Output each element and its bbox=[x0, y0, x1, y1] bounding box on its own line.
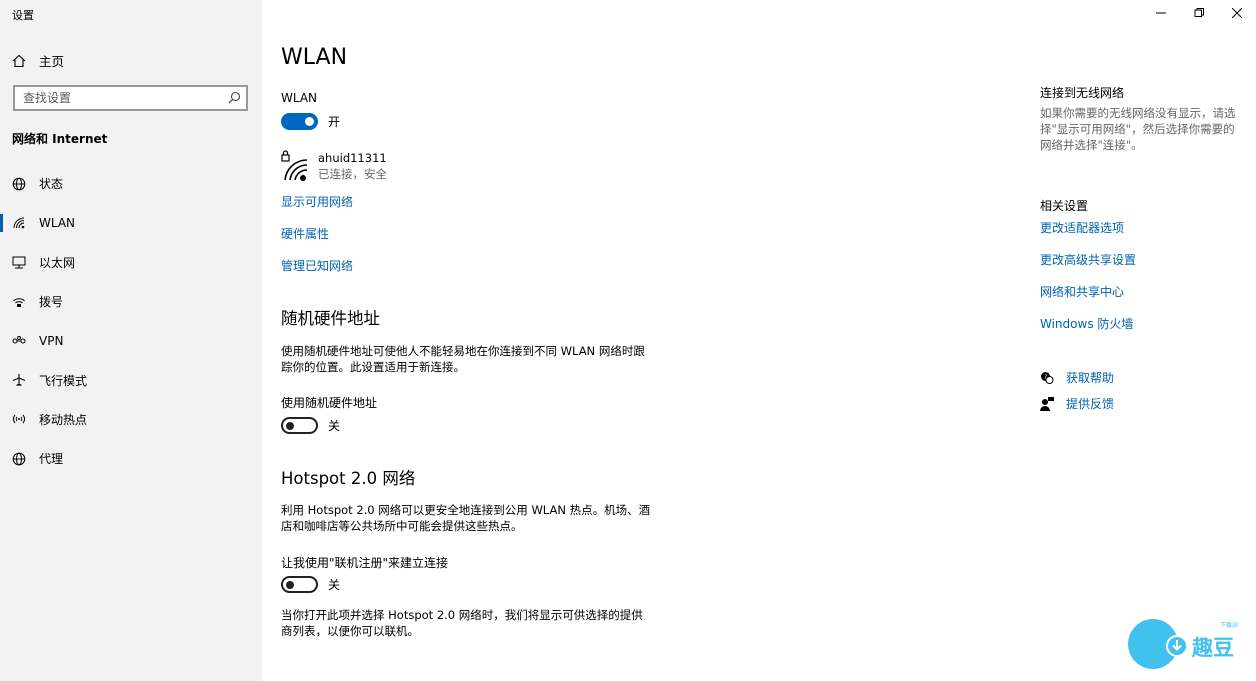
get-help-link[interactable]: ? 获取帮助 bbox=[1040, 369, 1114, 386]
minimize-button[interactable] bbox=[1142, 0, 1180, 26]
download-arrow-icon bbox=[1166, 635, 1188, 657]
airplane-icon bbox=[12, 373, 26, 387]
search-box[interactable] bbox=[13, 85, 248, 111]
network-name: ahuid11311 bbox=[318, 151, 387, 165]
related-settings-heading: 相关设置 bbox=[1040, 199, 1089, 213]
hotspot-toggle-label: 让我使用"联机注册"来建立连接 bbox=[281, 556, 449, 570]
hotspot-note: 当你打开此项并选择 Hotspot 2.0 网络时，我们将显示可供选择的提供商列… bbox=[281, 608, 643, 638]
sidebar-nav: 状态 WLAN 以太网 拨号 VPN 飞行模式 移动热点 代理 bbox=[0, 164, 262, 478]
hotspot-toggle-state: 关 bbox=[328, 578, 341, 592]
watermark-brand: 趣豆 bbox=[1192, 636, 1234, 660]
dialup-icon bbox=[12, 295, 26, 309]
search-input[interactable] bbox=[15, 87, 215, 109]
hotspot-description: 利用 Hotspot 2.0 网络可以更安全地连接到公用 WLAN 热点。机场、… bbox=[281, 503, 651, 533]
give-feedback-label: 提供反馈 bbox=[1066, 397, 1115, 411]
sidebar-item-airplane[interactable]: 飞行模式 bbox=[0, 360, 262, 399]
sidebar-item-label: 移动热点 bbox=[39, 412, 88, 427]
globe-status-icon bbox=[12, 177, 26, 191]
random-mac-heading: 随机硬件地址 bbox=[281, 309, 380, 328]
sidebar-item-label: WLAN bbox=[39, 215, 76, 230]
window-controls bbox=[1142, 0, 1256, 26]
restore-icon bbox=[1194, 8, 1204, 17]
sidebar-section-title: 网络和 Internet bbox=[12, 132, 108, 146]
watermark-logo: 趣豆 下载站 bbox=[1128, 619, 1248, 677]
wifi-icon bbox=[12, 216, 26, 230]
hotspot-toggle[interactable] bbox=[281, 576, 318, 593]
sidebar-item-proxy[interactable]: 代理 bbox=[0, 439, 262, 478]
network-sharing-center-link[interactable]: 网络和共享中心 bbox=[1040, 283, 1124, 300]
wifi-secured-icon bbox=[281, 150, 311, 184]
random-mac-description: 使用随机硬件地址可使他人不能轻易地在你连接到不同 WLAN 网络时跟踪你的位置。… bbox=[281, 344, 645, 374]
wlan-toggle-label: WLAN bbox=[281, 91, 318, 105]
close-button[interactable] bbox=[1218, 0, 1256, 26]
give-feedback-link[interactable]: 提供反馈 bbox=[1040, 395, 1114, 412]
minimize-icon bbox=[1156, 12, 1166, 14]
hotspot-heading: Hotspot 2.0 网络 bbox=[281, 469, 416, 488]
vpn-icon bbox=[12, 334, 26, 348]
maximize-button[interactable] bbox=[1180, 0, 1218, 26]
random-mac-toggle-state: 关 bbox=[328, 419, 341, 433]
sidebar-item-hotspot[interactable]: 移动热点 bbox=[0, 400, 262, 439]
hardware-properties-link[interactable]: 硬件属性 bbox=[281, 225, 329, 242]
sidebar-item-label: 以太网 bbox=[39, 255, 76, 270]
wlan-toggle-row: 开 bbox=[281, 113, 340, 130]
search-icon[interactable] bbox=[228, 91, 241, 104]
home-label: 主页 bbox=[39, 54, 65, 69]
sidebar-item-dialup[interactable]: 拨号 bbox=[0, 282, 262, 321]
network-status: 已连接，安全 bbox=[318, 167, 387, 181]
sidebar-item-ethernet[interactable]: 以太网 bbox=[0, 243, 262, 282]
connect-wireless-text: 如果你需要的无线网络没有显示，请选择"显示可用网络"，然后选择你需要的网络并选择… bbox=[1040, 106, 1236, 152]
show-available-networks-link[interactable]: 显示可用网络 bbox=[281, 193, 353, 210]
sidebar-item-label: 代理 bbox=[39, 452, 64, 467]
random-mac-toggle-row: 关 bbox=[281, 417, 340, 434]
sidebar-item-label: 飞行模式 bbox=[39, 373, 88, 388]
change-adapter-options-link[interactable]: 更改适配器选项 bbox=[1040, 219, 1124, 236]
advanced-sharing-settings-link[interactable]: 更改高级共享设置 bbox=[1040, 251, 1136, 268]
connected-network[interactable]: ahuid11311 已连接，安全 bbox=[281, 150, 387, 184]
app-title: 设置 bbox=[12, 9, 34, 22]
wlan-toggle-state: 开 bbox=[328, 115, 341, 129]
watermark-small-text: 下载站 bbox=[1220, 622, 1239, 629]
sidebar-item-label: 拨号 bbox=[39, 295, 64, 310]
wlan-toggle[interactable] bbox=[281, 113, 318, 130]
windows-firewall-link[interactable]: Windows 防火墙 bbox=[1040, 315, 1133, 332]
connect-wireless-heading: 连接到无线网络 bbox=[1040, 86, 1125, 100]
sidebar-item-wlan[interactable]: WLAN bbox=[0, 203, 262, 242]
page-title: WLAN bbox=[281, 45, 348, 70]
random-mac-toggle[interactable] bbox=[281, 417, 318, 434]
random-mac-toggle-label: 使用随机硬件地址 bbox=[281, 396, 378, 410]
hotspot-icon bbox=[12, 412, 26, 426]
home-icon bbox=[12, 54, 26, 67]
sidebar-item-status[interactable]: 状态 bbox=[0, 164, 262, 203]
manage-known-networks-link[interactable]: 管理已知网络 bbox=[281, 257, 353, 274]
sidebar-item-label: 状态 bbox=[39, 177, 64, 192]
home-nav-item[interactable]: 主页 bbox=[12, 51, 64, 70]
sidebar: 设置 主页 网络和 Internet 状态 WLAN 以太网 拨号 VPN bbox=[0, 0, 262, 681]
svg-text:?: ? bbox=[1044, 374, 1047, 381]
feedback-person-icon bbox=[1040, 396, 1054, 411]
sidebar-item-label: VPN bbox=[39, 333, 64, 348]
hotspot-toggle-row: 关 bbox=[281, 576, 340, 593]
ethernet-icon bbox=[12, 255, 26, 269]
help-chat-icon: ? bbox=[1041, 371, 1054, 384]
close-icon bbox=[1232, 8, 1242, 18]
proxy-globe-icon bbox=[12, 452, 26, 466]
get-help-label: 获取帮助 bbox=[1066, 371, 1115, 385]
sidebar-item-vpn[interactable]: VPN bbox=[0, 321, 262, 360]
